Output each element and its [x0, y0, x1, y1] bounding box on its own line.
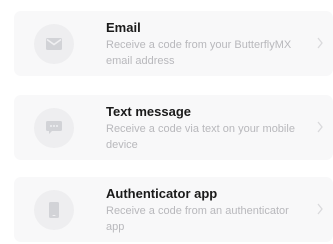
option-description: Receive a code from your ButterflyMX ema… — [106, 39, 292, 67]
chevron-right-icon — [317, 203, 323, 215]
option-text-message[interactable]: Text message Receive a code via text on … — [14, 95, 333, 160]
chevron-right-icon — [317, 37, 323, 49]
envelope-icon — [46, 38, 62, 50]
option-title: Text message — [106, 104, 192, 119]
option-title: Authenticator app — [106, 186, 218, 201]
option-description: Receive a code via text on your mobile d… — [106, 123, 295, 151]
option-description: Receive a code from an authenticator app — [106, 205, 289, 233]
phone-icon — [49, 202, 59, 218]
icon-circle — [34, 190, 74, 230]
chat-bubble-icon — [46, 121, 62, 134]
verification-method-list: Email Receive a code from your Butterfly… — [0, 0, 333, 244]
option-title: Email — [106, 20, 141, 35]
icon-circle — [34, 24, 74, 64]
icon-circle — [34, 108, 74, 148]
chevron-right-icon — [317, 121, 323, 133]
option-authenticator-app[interactable]: Authenticator app Receive a code from an… — [14, 177, 333, 242]
option-email[interactable]: Email Receive a code from your Butterfly… — [14, 11, 333, 76]
